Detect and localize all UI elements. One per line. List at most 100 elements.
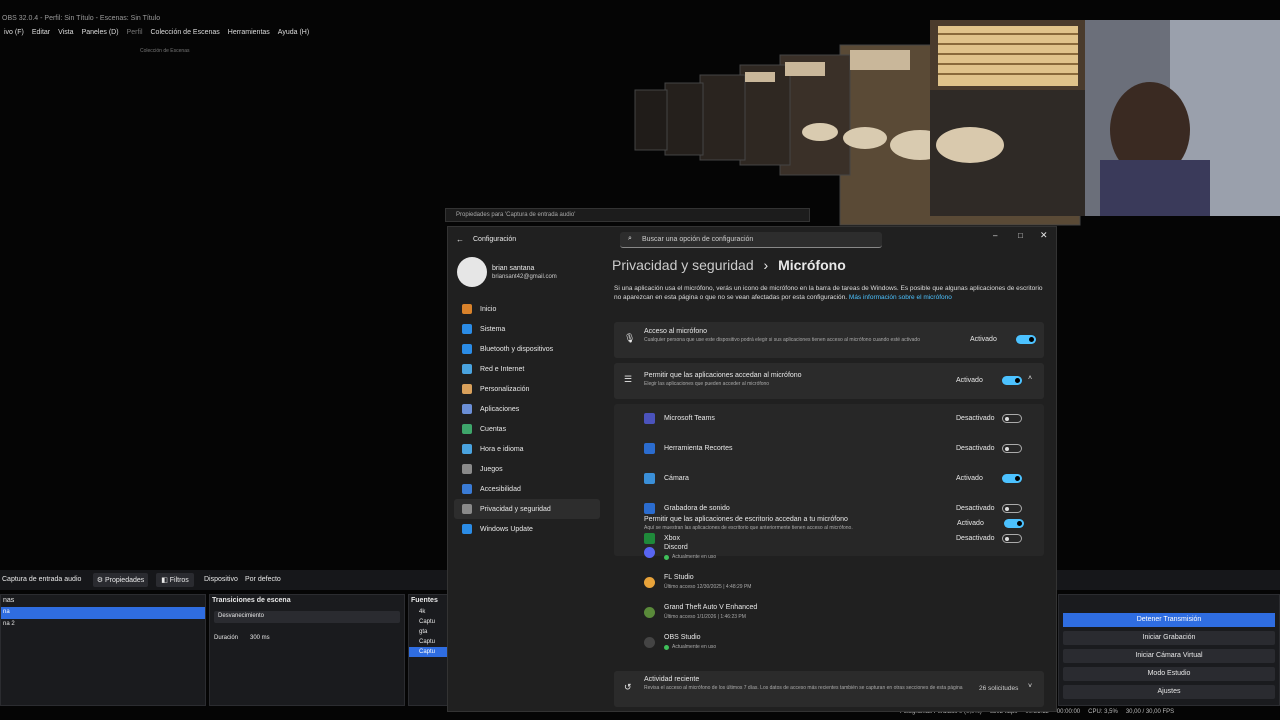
user-name: brian santana [492, 265, 535, 272]
app-toggle[interactable] [1002, 474, 1022, 483]
more-info-link[interactable]: Más información sobre el micrófono [849, 294, 952, 301]
filter-icon: ◧ [161, 577, 170, 584]
desktop-app-access: Último acceso 12/30/2025 | 4:48:29 PM [664, 584, 752, 590]
menu-scene-collection[interactable]: Colección de Escenas [147, 29, 224, 41]
allow-apps-state: Activado [956, 377, 983, 384]
screen: OBS 32.0.4 - Perfil: Sin Título - Escena… [0, 0, 1280, 720]
page-title: Micrófono [778, 257, 846, 273]
menu-help[interactable]: Ayuda (H) [274, 29, 313, 41]
sidebar-item-10[interactable]: Privacidad y seguridad [454, 499, 600, 519]
microphone-icon: 🎙 [624, 333, 636, 343]
menu-edit[interactable]: Editar [28, 29, 54, 41]
start-virtual-camera-button[interactable]: Iniciar Cámara Virtual [1063, 649, 1275, 663]
nav-icon [462, 304, 472, 314]
sidebar-item-5[interactable]: Aplicaciones [454, 399, 600, 419]
back-arrow-icon[interactable]: ← [456, 235, 464, 244]
duration-label: Duración [214, 635, 239, 641]
menu-profile[interactable]: Perfil [123, 29, 147, 41]
maximize-icon[interactable]: □ [1018, 231, 1023, 240]
source-item[interactable]: gta [409, 627, 447, 637]
minimize-icon[interactable]: – [993, 231, 997, 240]
desktop-app-access: Actualmente en uso [672, 644, 717, 650]
chevron-down-icon[interactable]: ˅ [1028, 683, 1032, 690]
recent-desc: Revisa el acceso al micrófono de los últ… [644, 685, 963, 691]
app-icon [644, 503, 655, 514]
recent-activity-card[interactable]: ↺ Actividad reciente Revisa el acceso al… [614, 671, 1044, 707]
app-icon [644, 413, 655, 424]
breadcrumb: Privacidad y seguridad › Micrófono [612, 257, 846, 273]
sidebar-item-8[interactable]: Juegos [454, 459, 600, 479]
menu-view[interactable]: Vista [54, 29, 77, 41]
scene-item[interactable]: na [1, 607, 205, 619]
allow-apps-toggle[interactable] [1002, 376, 1022, 385]
sidebar-item-4[interactable]: Personalización [454, 379, 600, 399]
desktop-app-name: Discord [664, 544, 688, 551]
desktop-apps-toggle[interactable] [1004, 519, 1024, 528]
sidebar-item-9[interactable]: Accesibilidad [454, 479, 600, 499]
source-item[interactable]: Captu [409, 647, 447, 657]
nav-icon [462, 424, 472, 434]
app-state: Desactivado [956, 415, 995, 422]
desktop-app-icon [644, 547, 655, 558]
properties-window-title: Propiedades para 'Captura de entrada aud… [445, 208, 810, 222]
obs-menu-bar: ivo (F) Editar Vista Paneles (D) Perfil … [0, 29, 313, 41]
start-recording-button[interactable]: Iniciar Grabación [1063, 631, 1275, 645]
source-item[interactable]: Captu [409, 617, 447, 627]
sources-dock: Fuentes 4k Captu gta Captu Captu [408, 594, 448, 706]
app-icon [644, 443, 655, 454]
sidebar-item-0[interactable]: Inicio [454, 299, 600, 319]
desktop-app-access: Último acceso 1/1/2026 | 1:46:23 PM [664, 614, 746, 620]
device-value[interactable]: Por defecto [245, 576, 281, 583]
avatar[interactable] [457, 257, 487, 287]
sidebar-item-7[interactable]: Hora e idioma [454, 439, 600, 459]
app-toggle[interactable] [1002, 444, 1022, 453]
access-title: Acceso al micrófono [644, 328, 708, 335]
nav-icon [462, 464, 472, 474]
recent-count: 26 solicitudes [979, 685, 1019, 692]
allow-apps-desc: Elegir las aplicaciones que pueden acced… [644, 381, 770, 387]
menu-tools[interactable]: Herramientas [224, 29, 274, 41]
desktop-app-icon [644, 637, 655, 648]
source-item[interactable]: Captu [409, 637, 447, 647]
transition-select[interactable]: Desvanecimiento [214, 611, 400, 623]
settings-button[interactable]: Ajustes [1063, 685, 1275, 699]
access-desc: Cualquier persona que use este dispositi… [644, 337, 920, 343]
app-toggle[interactable] [1002, 504, 1022, 513]
current-source-label: Captura de entrada audio [2, 576, 82, 583]
sidebar-item-label: Personalización [480, 385, 530, 393]
chevron-up-icon[interactable]: ˄ [1028, 375, 1032, 382]
sidebar-item-6[interactable]: Cuentas [454, 419, 600, 439]
search-input[interactable]: Buscar una opción de configuración [642, 236, 753, 243]
scene-item[interactable]: na 2 [1, 619, 205, 631]
search-box[interactable]: ⌕ Buscar una opción de configuración [620, 232, 882, 248]
menu-file[interactable]: ivo (F) [0, 29, 28, 41]
desktop-app-access: Actualmente en uso [672, 554, 717, 560]
close-icon[interactable]: ✕ [1040, 230, 1048, 241]
sidebar-item-1[interactable]: Sistema [454, 319, 600, 339]
stop-streaming-button[interactable]: Detener Transmisión [1063, 613, 1275, 627]
microphone-access-card[interactable]: 🎙 Acceso al micrófono Cualquier persona … [614, 322, 1044, 358]
scenes-dock: nas na na 2 [0, 594, 206, 706]
studio-mode-button[interactable]: Modo Estudio [1063, 667, 1275, 681]
properties-button[interactable]: ⚙ Propiedades [93, 573, 148, 587]
sidebar-item-3[interactable]: Red e Internet [454, 359, 600, 379]
controls-dock: Detener Transmisión Iniciar Grabación In… [1058, 594, 1280, 706]
desktop-app-icon [644, 577, 655, 588]
nav-icon [462, 324, 472, 334]
source-item[interactable]: 4k [409, 607, 447, 617]
access-toggle[interactable] [1016, 335, 1036, 344]
app-toggle[interactable] [1002, 414, 1022, 423]
sidebar-item-2[interactable]: Bluetooth y dispositivos [454, 339, 600, 359]
app-state: Activado [956, 475, 983, 482]
filters-button[interactable]: ◧ Filtros [156, 573, 194, 587]
breadcrumb-parent[interactable]: Privacidad y seguridad [612, 257, 754, 273]
sidebar-nav: Inicio Sistema Bluetooth y dispositivos Red… [454, 299, 600, 539]
sidebar-item-label: Accesibilidad [480, 485, 521, 493]
menu-docks[interactable]: Paneles (D) [78, 29, 123, 41]
sidebar-item-11[interactable]: Windows Update [454, 519, 600, 539]
allow-apps-card[interactable]: ☰ Permitir que las aplicaciones accedan … [614, 363, 1044, 399]
webcam-feed [930, 20, 1280, 216]
duration-input[interactable]: 300 ms [250, 635, 270, 641]
sidebar-item-label: Bluetooth y dispositivos [480, 345, 554, 353]
list-icon: ☰ [624, 374, 633, 384]
